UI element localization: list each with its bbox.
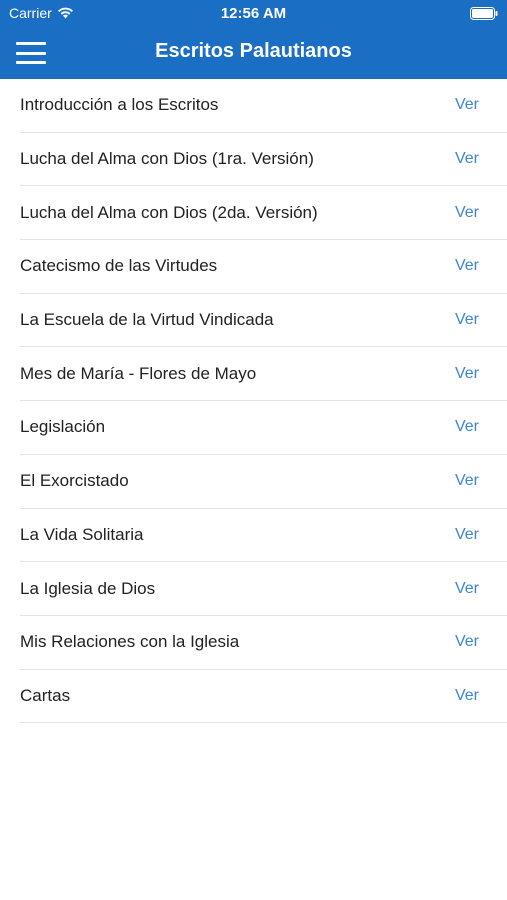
list-item[interactable]: Lucha del Alma con Dios (2da. Versión) Ve… bbox=[20, 186, 507, 241]
list-item[interactable]: La Escuela de la Virtud Vindicada Ver bbox=[20, 294, 507, 348]
view-button[interactable]: Ver bbox=[455, 687, 479, 705]
view-button[interactable]: Ver bbox=[455, 150, 479, 168]
list-item[interactable]: Legislación Ver bbox=[20, 401, 507, 455]
item-title: La Iglesia de Dios bbox=[20, 578, 156, 598]
writings-list: Introducción a los Escritos Ver Lucha del … bbox=[0, 79, 507, 724]
view-button[interactable]: Ver bbox=[455, 96, 479, 114]
view-button[interactable]: Ver bbox=[455, 418, 479, 436]
app-header: Carrier 12:56 AM Escritos Palautianos bbox=[0, 0, 507, 79]
item-title: Lucha del Alma con Dios (1ra. Versión) bbox=[20, 149, 314, 169]
view-button[interactable]: Ver bbox=[455, 472, 479, 490]
item-title: Legislación bbox=[20, 417, 106, 437]
view-button[interactable]: Ver bbox=[455, 257, 479, 275]
list-item[interactable]: La Iglesia de Dios Ver bbox=[20, 562, 507, 616]
item-title: Lucha del Alma con Dios (2da. Versión) bbox=[20, 202, 318, 222]
item-title: La Escuela de la Virtud Vindicada bbox=[20, 310, 274, 330]
item-title: Mes de María - Flores de Mayo bbox=[20, 363, 257, 383]
item-title: El Exorcistado bbox=[20, 471, 129, 491]
item-title: Catecismo de las Virtudes bbox=[20, 256, 218, 276]
item-title: Introducción a los Escritos bbox=[20, 95, 219, 115]
view-button[interactable]: Ver bbox=[455, 311, 479, 329]
item-title: Cartas bbox=[20, 685, 71, 705]
item-title: La Vida Solitaria bbox=[20, 524, 144, 544]
list-item[interactable]: El Exorcistado Ver bbox=[20, 455, 507, 509]
list-item[interactable]: Lucha del Alma con Dios (1ra. Versión) Ve… bbox=[20, 133, 507, 187]
list-item[interactable]: Cartas Ver bbox=[20, 670, 507, 724]
view-button[interactable]: Ver bbox=[455, 580, 479, 598]
view-button[interactable]: Ver bbox=[455, 633, 479, 651]
list-item[interactable]: Introducción a los Escritos Ver bbox=[20, 79, 507, 133]
status-bar: Carrier 12:56 AM bbox=[0, 0, 507, 28]
view-button[interactable]: Ver bbox=[455, 204, 479, 222]
view-button[interactable]: Ver bbox=[455, 365, 479, 383]
navigation-bar: Escritos Palautianos bbox=[0, 28, 507, 79]
list-item[interactable]: Mes de María - Flores de Mayo Ver bbox=[20, 347, 507, 402]
battery-icon bbox=[470, 7, 498, 20]
status-time: 12:56 AM bbox=[220, 5, 287, 22]
view-button[interactable]: Ver bbox=[455, 526, 479, 544]
list-item[interactable]: Catecismo de las Virtudes Ver bbox=[20, 240, 507, 294]
list-item[interactable]: Mis Relaciones con la Iglesia Ver bbox=[20, 616, 507, 670]
list-item[interactable]: La Vida Solitaria Ver bbox=[20, 509, 507, 563]
page-title: Escritos Palautianos bbox=[155, 40, 352, 62]
item-title: Mis Relaciones con la Iglesia bbox=[20, 632, 240, 652]
